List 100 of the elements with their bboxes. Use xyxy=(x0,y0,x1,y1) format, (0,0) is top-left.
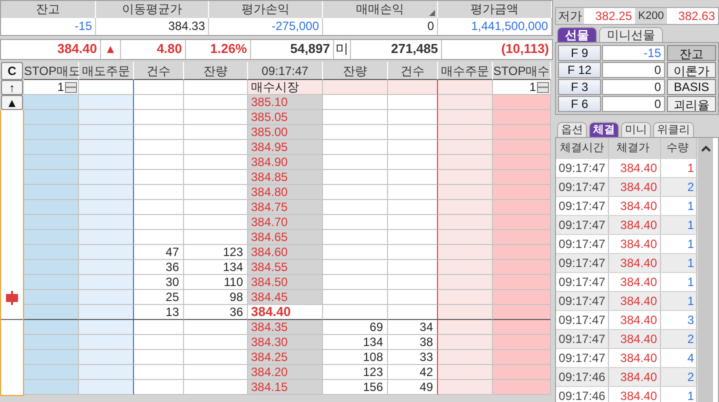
order-cell[interactable] xyxy=(438,245,493,260)
order-cell[interactable] xyxy=(438,275,493,290)
spinner-icon[interactable] xyxy=(65,82,77,92)
order-cell[interactable] xyxy=(438,380,493,395)
order-cell[interactable] xyxy=(493,200,551,215)
order-cell[interactable] xyxy=(79,140,134,155)
order-cell[interactable] xyxy=(79,275,134,290)
order-cell[interactable] xyxy=(438,80,493,95)
order-cell[interactable] xyxy=(79,170,134,185)
quantity-field[interactable]: 1 xyxy=(493,80,551,95)
order-cell[interactable] xyxy=(24,365,79,380)
order-cell[interactable] xyxy=(79,125,134,140)
order-cell[interactable] xyxy=(493,290,551,305)
order-cell[interactable] xyxy=(24,335,79,350)
order-cell[interactable] xyxy=(24,200,79,215)
order-cell[interactable] xyxy=(24,260,79,275)
product-tab[interactable]: 미니선물 xyxy=(599,27,663,42)
order-cell[interactable] xyxy=(438,350,493,365)
order-cell[interactable] xyxy=(24,245,79,260)
order-cell[interactable] xyxy=(79,335,134,350)
order-cell[interactable] xyxy=(24,215,79,230)
order-cell[interactable] xyxy=(493,350,551,365)
order-cell[interactable] xyxy=(438,125,493,140)
order-cell[interactable] xyxy=(24,350,79,365)
product-tab[interactable]: 선물 xyxy=(557,27,597,42)
order-cell[interactable] xyxy=(79,260,134,275)
order-cell[interactable] xyxy=(79,365,134,380)
scrollbar[interactable] xyxy=(697,138,713,402)
order-cell[interactable] xyxy=(79,110,134,125)
order-cell[interactable] xyxy=(79,320,134,335)
view-tab[interactable]: 체결 xyxy=(589,122,619,137)
order-cell[interactable] xyxy=(134,80,184,95)
info-toggle-button[interactable]: 이론가 xyxy=(667,62,716,78)
order-cell[interactable] xyxy=(24,140,79,155)
order-cell[interactable] xyxy=(79,230,134,245)
order-cell[interactable] xyxy=(24,320,79,335)
triangle-button[interactable]: ▲ xyxy=(1,95,23,110)
order-cell[interactable] xyxy=(493,140,551,155)
order-cell[interactable] xyxy=(438,215,493,230)
view-tab[interactable]: 위클리 xyxy=(653,122,694,137)
order-cell[interactable] xyxy=(493,155,551,170)
order-cell[interactable] xyxy=(438,95,493,110)
market-buy-cell[interactable]: 매수시장 xyxy=(248,80,323,95)
order-cell[interactable] xyxy=(438,335,493,350)
order-cell[interactable] xyxy=(438,320,493,335)
order-cell[interactable] xyxy=(493,260,551,275)
order-cell[interactable] xyxy=(24,95,79,110)
order-cell[interactable] xyxy=(79,350,134,365)
order-cell[interactable] xyxy=(493,335,551,350)
order-cell[interactable] xyxy=(438,155,493,170)
order-cell[interactable] xyxy=(79,245,134,260)
order-cell[interactable] xyxy=(79,290,134,305)
order-cell[interactable] xyxy=(438,170,493,185)
order-cell[interactable] xyxy=(493,215,551,230)
quantity-field[interactable]: 1 xyxy=(24,80,79,95)
info-toggle-button[interactable]: BASIS xyxy=(667,79,716,95)
view-tab[interactable]: 미니 xyxy=(621,122,651,137)
contract-button[interactable]: F 3 xyxy=(558,79,601,95)
order-cell[interactable] xyxy=(438,110,493,125)
order-cell[interactable] xyxy=(438,260,493,275)
order-cell[interactable] xyxy=(438,230,493,245)
order-cell[interactable] xyxy=(493,95,551,110)
cancel-button[interactable]: C xyxy=(1,62,23,80)
contract-button[interactable]: F 9 xyxy=(558,45,601,61)
order-cell[interactable] xyxy=(24,125,79,140)
up-arrow-button[interactable]: ↑ xyxy=(1,80,23,95)
order-cell[interactable] xyxy=(438,290,493,305)
order-cell[interactable] xyxy=(24,275,79,290)
order-cell[interactable] xyxy=(79,305,134,320)
order-cell[interactable] xyxy=(438,185,493,200)
order-cell[interactable] xyxy=(24,110,79,125)
order-cell[interactable] xyxy=(438,365,493,380)
scroll-up-icon[interactable] xyxy=(700,145,710,152)
order-cell[interactable] xyxy=(493,320,551,335)
order-cell[interactable] xyxy=(24,290,79,305)
order-cell[interactable] xyxy=(24,380,79,395)
order-cell[interactable] xyxy=(79,200,134,215)
order-cell[interactable] xyxy=(438,305,493,320)
order-cell[interactable] xyxy=(493,125,551,140)
contract-button[interactable]: F 6 xyxy=(558,96,601,112)
order-cell[interactable] xyxy=(79,80,134,95)
order-cell[interactable] xyxy=(79,95,134,110)
order-cell[interactable] xyxy=(438,200,493,215)
order-cell[interactable] xyxy=(493,230,551,245)
order-cell[interactable] xyxy=(493,245,551,260)
info-toggle-button[interactable]: 괴리율 xyxy=(667,96,716,112)
order-cell[interactable] xyxy=(79,380,134,395)
order-cell[interactable] xyxy=(493,170,551,185)
order-marker-icon[interactable] xyxy=(5,290,19,304)
order-cell[interactable] xyxy=(24,185,79,200)
order-cell[interactable] xyxy=(24,170,79,185)
info-toggle-button[interactable]: 잔고 xyxy=(667,45,716,61)
order-cell[interactable] xyxy=(438,140,493,155)
contract-button[interactable]: F 12 xyxy=(558,62,601,78)
order-cell[interactable] xyxy=(79,155,134,170)
order-cell[interactable] xyxy=(388,80,438,95)
order-cell[interactable] xyxy=(24,155,79,170)
order-cell[interactable] xyxy=(493,185,551,200)
order-cell[interactable] xyxy=(493,110,551,125)
order-cell[interactable] xyxy=(24,230,79,245)
